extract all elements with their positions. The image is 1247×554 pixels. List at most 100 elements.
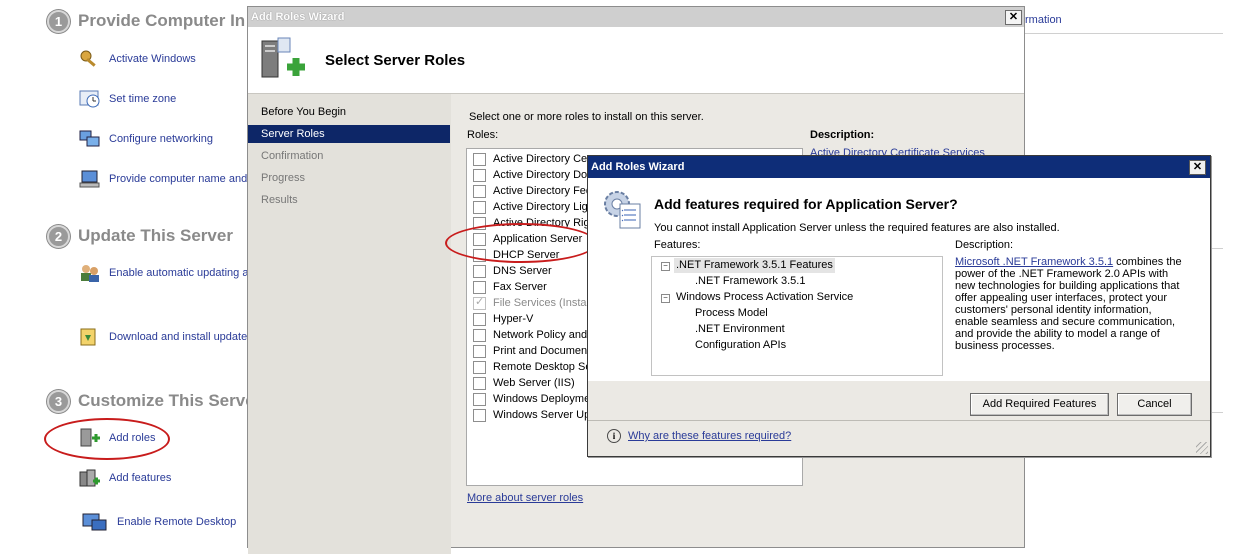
task-set-time-zone[interactable]: Set time zone [78,88,176,110]
role-checkbox[interactable] [473,168,486,182]
more-about-server-roles-link[interactable]: More about server roles [467,492,583,504]
role-label: Remote Desktop Se [493,361,592,373]
role-label: Print and Document [493,345,591,357]
tree-node[interactable]: Configuration APIs [695,338,786,353]
task-activate-windows[interactable]: Activate Windows [78,48,196,70]
role-checkbox-checked-disabled [473,295,486,310]
collapse-icon[interactable]: − [661,262,670,271]
task-label[interactable]: Activate Windows [109,53,196,65]
annotation-circle-application-server [445,223,597,263]
role-label: Hyper-V [493,313,534,325]
intro-text: Select one or more roles to install on t… [469,111,704,123]
role-item[interactable]: DNS Server [473,263,552,279]
dialog-title-bar[interactable]: Add Roles Wizard [588,156,1210,178]
background-help-link[interactable]: rmation [1025,14,1062,26]
tree-node[interactable]: Windows Process Activation Service [676,290,853,305]
role-label: Windows Deploymen [493,393,597,405]
role-item[interactable]: Active Directory Fed [473,183,592,199]
role-checkbox[interactable] [473,360,486,374]
nav-results: Results [261,194,298,206]
section-number: 1 [47,10,70,33]
task-provide-computer-name[interactable]: Provide computer name and [78,168,247,190]
role-checkbox[interactable] [473,328,486,342]
role-item[interactable]: Hyper-V [473,311,533,327]
task-label[interactable]: Enable automatic updating ar [109,267,252,279]
close-icon[interactable]: ✕ [1189,160,1206,175]
role-item[interactable]: Windows Server Up [473,407,590,423]
role-item-file-services: File Services (Insta [473,295,587,311]
role-item[interactable]: Active Directory Dor [473,167,591,183]
role-checkbox[interactable] [473,392,486,406]
role-item[interactable]: Network Policy and [473,327,587,343]
add-required-features-button[interactable]: Add Required Features [970,393,1109,416]
section-number: 2 [47,225,70,248]
task-label[interactable]: Configure networking [109,133,213,145]
role-checkbox[interactable] [473,184,486,198]
role-label: Active Directory Ligl [493,201,591,213]
role-checkbox[interactable] [473,312,486,326]
computer-icon [78,169,102,189]
task-download-updates[interactable]: Download and install updates [78,326,253,348]
remote-desktop-icon [80,512,110,532]
role-item[interactable]: Active Directory Ligl [473,199,590,215]
role-item[interactable]: Windows Deploymen [473,391,596,407]
feature-description-text: combines the power of the .NET Framework… [955,256,1182,352]
features-tree[interactable]: − .NET Framework 3.5.1 Features .NET Fra… [651,256,943,376]
users-update-icon [78,263,102,283]
window-title-bar[interactable]: Add Roles Wizard [248,7,1024,27]
features-gear-icon [600,188,646,235]
role-label: File Services (Insta [493,297,587,309]
download-icon [78,327,102,347]
resize-grip-icon[interactable] [1196,442,1208,454]
role-item[interactable]: Remote Desktop Se [473,359,591,375]
tree-node[interactable]: Process Model [695,306,768,321]
feature-description-link[interactable]: Microsoft .NET Framework 3.5.1 [955,256,1113,268]
task-add-features[interactable]: Add features [78,467,171,489]
task-enable-automatic-updating[interactable]: Enable automatic updating ar [78,262,252,284]
network-icon [78,129,102,149]
role-checkbox[interactable] [473,408,486,422]
role-item[interactable]: Active Directory Cer [473,151,591,167]
role-checkbox[interactable] [473,152,486,166]
role-label: Active Directory Fed [493,185,593,197]
clock-icon [78,89,102,109]
role-item[interactable]: Print and Document [473,343,590,359]
task-label[interactable]: Enable Remote Desktop [117,516,236,528]
role-checkbox[interactable] [473,344,486,358]
collapse-icon[interactable]: − [661,294,670,303]
role-item[interactable]: Fax Server [473,279,547,295]
role-label: Web Server (IIS) [493,377,575,389]
wizard-nav: Before You Begin Server Roles Confirmati… [248,94,451,554]
task-enable-remote-desktop[interactable]: Enable Remote Desktop [80,511,236,533]
role-checkbox[interactable] [473,280,486,294]
section-title: Update This Server [78,226,233,245]
task-label[interactable]: Add features [109,472,171,484]
wizard-header: Select Server Roles [248,27,1024,94]
cancel-button[interactable]: Cancel [1117,393,1192,416]
role-item[interactable]: Web Server (IIS) [473,375,575,391]
role-checkbox[interactable] [473,200,486,214]
role-checkbox[interactable] [473,264,486,278]
role-checkbox[interactable] [473,376,486,390]
nav-server-roles[interactable]: Server Roles [248,125,450,143]
key-icon [78,49,102,69]
description-label: Description: [810,129,875,141]
dialog-footer-divider [588,420,1210,421]
tree-node[interactable]: .NET Framework 3.5.1 [695,274,805,289]
task-label[interactable]: Set time zone [109,93,176,105]
why-features-required-link[interactable]: Why are these features required? [628,430,791,442]
task-label[interactable]: Provide computer name and [109,173,247,185]
roles-label: Roles: [467,129,499,141]
annotation-circle-add-roles [44,418,170,460]
role-label: DNS Server [493,265,552,277]
window-title: Add Roles Wizard [251,11,345,23]
features-label: Features: [654,239,701,251]
dialog-title: Add Roles Wizard [591,161,685,173]
task-label[interactable]: Download and install updates [109,331,253,343]
section-number: 3 [47,390,70,413]
nav-before-you-begin[interactable]: Before You Begin [248,103,450,121]
task-configure-networking[interactable]: Configure networking [78,128,213,150]
tree-node[interactable]: .NET Framework 3.5.1 Features [674,258,835,273]
tree-node[interactable]: .NET Environment [695,322,785,337]
close-icon[interactable]: ✕ [1005,10,1022,25]
